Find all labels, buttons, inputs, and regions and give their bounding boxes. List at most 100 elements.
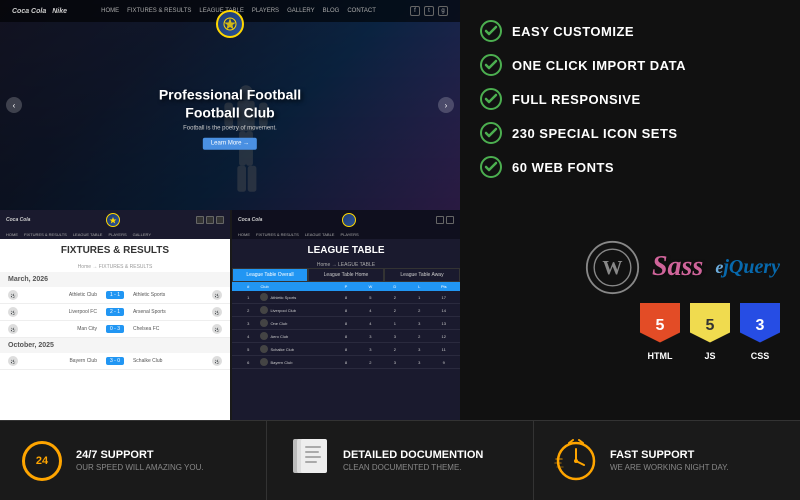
jquery-logo: jQuery	[723, 256, 780, 279]
lt-header-num: #	[236, 284, 260, 289]
fast-clock-icon	[554, 439, 598, 483]
match-row-3: ⚽ Man City 0 - 3 Chelsea FC ⚽	[0, 321, 230, 338]
lt-d-6: 3	[383, 360, 407, 365]
team-away-3: Chelsea FC	[133, 326, 203, 332]
fixtures-social-1	[196, 216, 204, 224]
feature-text-3: FULL RESPONSIVE	[512, 92, 641, 107]
nav-gallery: GALLERY	[287, 8, 315, 14]
lt-rank-2: 2	[236, 308, 260, 313]
svg-text:W: W	[602, 256, 622, 278]
prev-arrow-button[interactable]: ‹	[6, 97, 22, 113]
check-icon-1	[480, 20, 502, 42]
lt-p-4: 8	[334, 334, 358, 339]
fn-fixtures: FIXTURES & RESULTS	[24, 232, 67, 237]
features-panel: EASY CUSTOMIZE ONE CLICK IMPORT DATA FUL…	[460, 0, 800, 420]
tech-badges-row: 5 HTML 5 JS	[640, 303, 780, 361]
league-mini-sponsor: Coca Cola	[238, 217, 262, 223]
lt-team-icon-6	[260, 358, 268, 366]
fixtures-title: FIXTURES & RESULTS	[0, 239, 230, 262]
fixtures-badge-icon	[109, 216, 117, 224]
lt-w-2: 4	[358, 308, 382, 313]
fixtures-social-3	[216, 216, 224, 224]
lt-l-3: 3	[407, 321, 431, 326]
fixtures-subtitle: Home → FIXTURES & RESULTS	[0, 262, 230, 272]
css-shield: 3	[740, 303, 780, 349]
fast-support-item: FAST SUPPORT WE ARE WORKING NIGHT DAY.	[534, 421, 800, 500]
fast-support-text-group: FAST SUPPORT WE ARE WORKING NIGHT DAY.	[610, 449, 729, 472]
hero-cta-button[interactable]: Learn More →	[203, 138, 257, 150]
next-arrow-button[interactable]: ›	[438, 97, 454, 113]
lt-pts-5: 11	[432, 347, 456, 352]
hero-title-1: Professional Football	[159, 86, 301, 104]
team-home-2: Liverpool FC	[27, 309, 97, 315]
hero-title-2: Football Club	[159, 104, 301, 122]
score-1: 1 - 1	[106, 291, 124, 299]
hero-screenshot: Coca Cola Nike HOME FIXTURES & RESULTS L…	[0, 0, 460, 210]
lt-header-p: P	[334, 284, 358, 289]
fn-league: LEAGUE TABLE	[73, 232, 103, 237]
lt-p-5: 8	[334, 347, 358, 352]
feature-easy-customize: EASY CUSTOMIZE	[480, 20, 780, 42]
feature-text-2: ONE CLICK IMPORT DATA	[512, 58, 686, 73]
lt-name-2: Liverpool Club	[260, 306, 333, 314]
team-home-4: Bayern Club	[27, 358, 97, 364]
html5-badge: 5 HTML	[640, 303, 680, 361]
fast-support-title: FAST SUPPORT	[610, 449, 729, 461]
team-icon-home-2: ⚽	[8, 307, 18, 317]
league-tab-home[interactable]: League Table Home	[308, 268, 384, 282]
support-247-icon: 24	[20, 439, 64, 483]
league-social-2	[446, 216, 454, 224]
team-away-1: Athletic Sports	[133, 292, 203, 298]
check-icon-5	[480, 156, 502, 178]
lt-l-1: 1	[407, 295, 431, 300]
fn-players: PLAYERS	[108, 232, 126, 237]
lt-header-club: Club	[260, 284, 333, 289]
month-label-1: March, 2026	[0, 272, 230, 287]
month-label-2: October, 2025	[0, 338, 230, 353]
lt-rank-1: 1	[236, 295, 260, 300]
lt-l-5: 3	[407, 347, 431, 352]
team-away-2: Arsenal Sports	[133, 309, 203, 315]
score-3: 0 - 3	[106, 325, 124, 333]
social-icon-3: g	[438, 6, 448, 16]
team-icon-away-1: ⚽	[212, 290, 222, 300]
css-badge: 3 CSS	[740, 303, 780, 361]
lt-pts-1: 17	[432, 295, 456, 300]
lt-p-2: 8	[334, 308, 358, 313]
support-247-subtitle: OUR SPEED WILL AMAZING YOU.	[76, 463, 204, 472]
main-area: Coca Cola Nike HOME FIXTURES & RESULTS L…	[0, 0, 800, 420]
league-tab-away[interactable]: League Table Away	[384, 268, 460, 282]
league-mini-nav: Coca Cola	[232, 210, 460, 230]
js-shield-body: 5	[690, 303, 730, 343]
documentation-title: DETAILED DOCUMENTION	[343, 449, 483, 461]
documentation-text-group: DETAILED DOCUMENTION CLEAN DOCUMENTED TH…	[343, 449, 483, 472]
nav-players: PLAYERS	[252, 8, 279, 14]
nav-contact: CONTACT	[347, 8, 376, 14]
league-tab-overall[interactable]: League Table Overall	[232, 268, 308, 282]
tech-row-1: W Sass e jQuery	[585, 240, 780, 295]
feature-one-click: ONE CLICK IMPORT DATA	[480, 54, 780, 76]
css-shield-body: 3	[740, 303, 780, 343]
nav-home: HOME	[101, 8, 119, 14]
team-home-3: Man City	[27, 326, 97, 332]
hero-content: Professional Football Football Club Foot…	[159, 86, 301, 150]
ln-league: LEAGUE TABLE	[305, 232, 335, 237]
lt-w-6: 2	[358, 360, 382, 365]
lt-pts-4: 12	[432, 334, 456, 339]
bottom-screenshots: Coca Cola HOME FIXTURES & RESULTS LEAGUE…	[0, 210, 460, 420]
ln-fixtures: FIXTURES & RESULTS	[256, 232, 299, 237]
tech-logos-area: W Sass e jQuery 5	[480, 190, 780, 410]
documentation-subtitle: CLEAN DOCUMENTED THEME.	[343, 463, 483, 472]
league-table-header: # Club P W D L Pts	[232, 282, 460, 291]
wordpress-logo: W	[585, 240, 640, 295]
social-icon-2: t	[424, 6, 434, 16]
lt-d-4: 3	[383, 334, 407, 339]
lt-w-4: 3	[358, 334, 382, 339]
nav-fixtures: FIXTURES & RESULTS	[127, 8, 191, 14]
league-tabs: League Table Overall League Table Home L…	[232, 268, 460, 282]
feature-responsive: FULL RESPONSIVE	[480, 88, 780, 110]
css-label: CSS	[751, 351, 770, 361]
fixtures-mini-nav: HOME FIXTURES & RESULTS LEAGUE TABLE PLA…	[0, 230, 230, 239]
documentation-item: DETAILED DOCUMENTION CLEAN DOCUMENTED TH…	[267, 421, 534, 500]
js-shield-text: 5	[706, 312, 715, 334]
